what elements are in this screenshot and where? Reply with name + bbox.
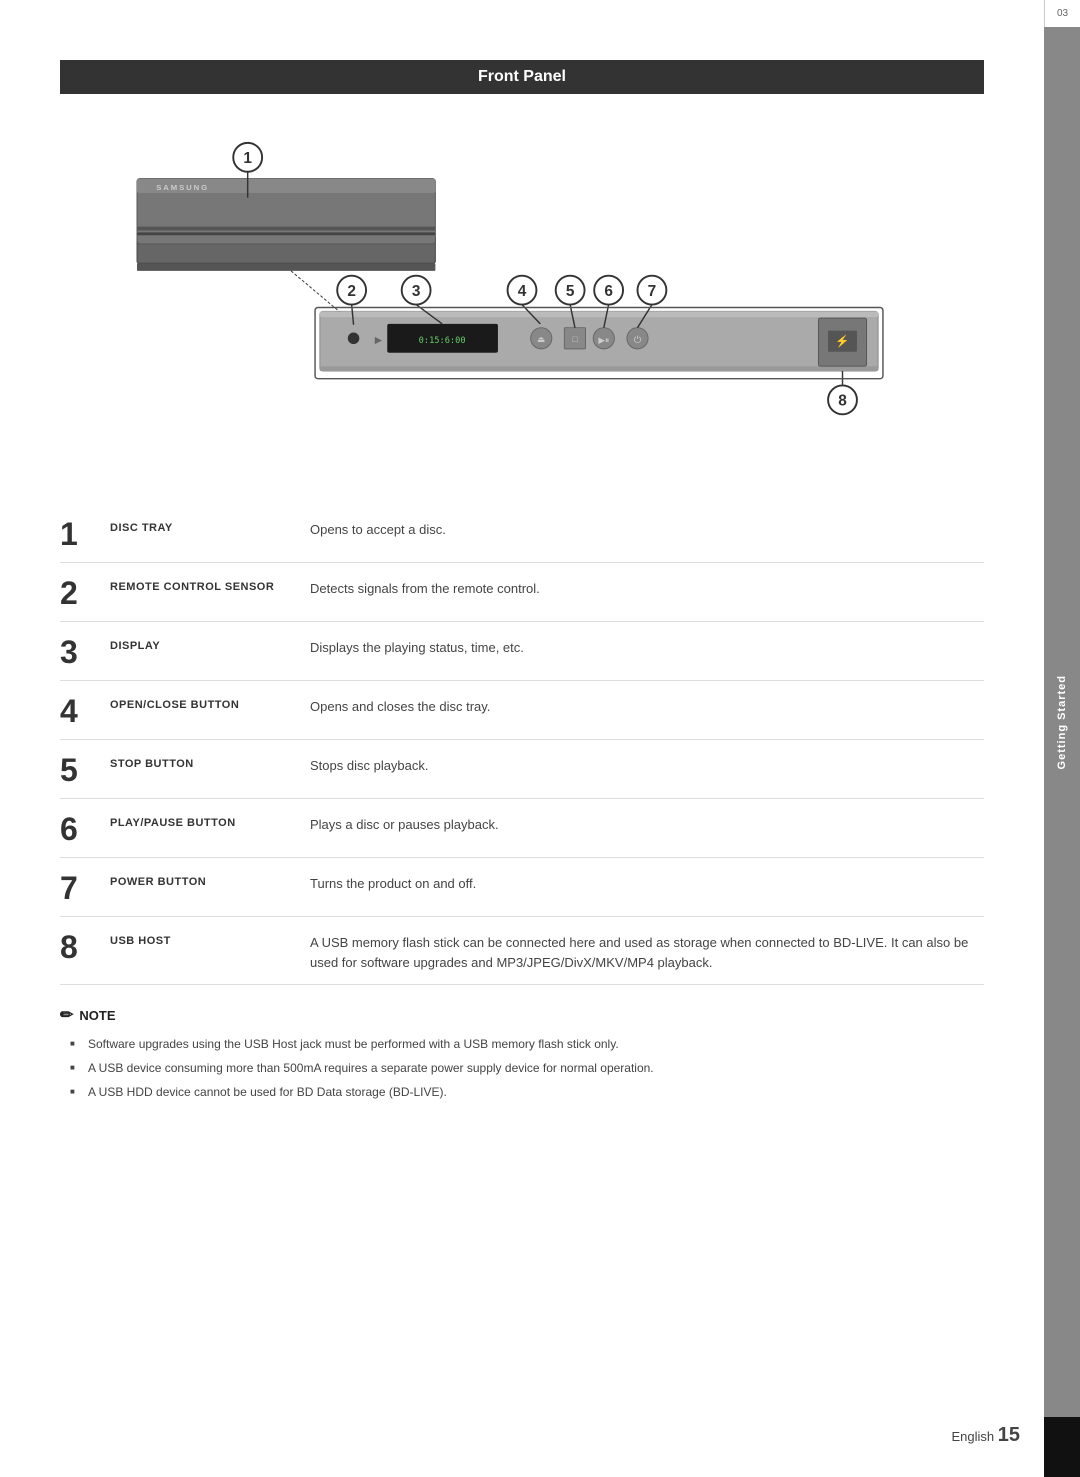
svg-text:3: 3 xyxy=(412,283,421,300)
item-label-5: STOP BUTTON xyxy=(110,752,310,770)
item-label-7: POWER BUTTON xyxy=(110,870,310,888)
svg-text:2: 2 xyxy=(347,283,356,300)
page-container: 03 Getting Started Front Panel SAMSUNG xyxy=(0,0,1080,1477)
item-row-6: 6 PLAY/PAUSE BUTTON Plays a disc or paus… xyxy=(60,799,984,858)
item-number-2: 2 xyxy=(60,575,110,609)
svg-text:1: 1 xyxy=(243,150,252,167)
svg-text:8: 8 xyxy=(838,393,847,410)
item-row-1: 1 DISC TRAY Opens to accept a disc. xyxy=(60,504,984,563)
item-label-2: REMOTE CONTROL SENSOR xyxy=(110,575,310,593)
note-title: ✏ NOTE xyxy=(60,1005,984,1025)
svg-text:6: 6 xyxy=(604,283,613,300)
note-title-text: NOTE xyxy=(79,1008,115,1023)
note-item-1: Software upgrades using the USB Host jac… xyxy=(70,1035,984,1053)
note-item-3: A USB HDD device cannot be used for BD D… xyxy=(70,1083,984,1101)
item-number-1: 1 xyxy=(60,516,110,550)
descriptions-list: 1 DISC TRAY Opens to accept a disc. 2 RE… xyxy=(60,504,984,985)
svg-text:7: 7 xyxy=(648,283,657,300)
svg-text:⚡: ⚡ xyxy=(835,334,849,348)
svg-text:4: 4 xyxy=(518,283,527,300)
item-row-8: 8 USB HOST A USB memory flash stick can … xyxy=(60,917,984,985)
svg-text:▶: ▶ xyxy=(375,335,383,346)
item-number-4: 4 xyxy=(60,693,110,727)
right-sidebar: 03 Getting Started xyxy=(1044,0,1080,1477)
item-number-6: 6 xyxy=(60,811,110,845)
item-label-1: DISC TRAY xyxy=(110,516,310,534)
item-row-4: 4 OPEN/CLOSE BUTTON Opens and closes the… xyxy=(60,681,984,740)
item-number-8: 8 xyxy=(60,929,110,963)
item-row-3: 3 DISPLAY Displays the playing status, t… xyxy=(60,622,984,681)
item-desc-2: Detects signals from the remote control. xyxy=(310,575,984,599)
sidebar-accent xyxy=(1044,1417,1080,1477)
item-number-5: 5 xyxy=(60,752,110,786)
note-section: ✏ NOTE Software upgrades using the USB H… xyxy=(60,1005,984,1101)
item-desc-3: Displays the playing status, time, etc. xyxy=(310,634,984,658)
note-list: Software upgrades using the USB Host jac… xyxy=(60,1035,984,1101)
item-label-3: DISPLAY xyxy=(110,634,310,652)
diagram-area: SAMSUNG 1 0:15:6:00 ▶ xyxy=(60,114,984,474)
svg-text:5: 5 xyxy=(566,283,575,300)
item-label-6: PLAY/PAUSE BUTTON xyxy=(110,811,310,829)
item-number-3: 3 xyxy=(60,634,110,668)
svg-text:0:15:6:00: 0:15:6:00 xyxy=(419,336,466,346)
item-label-4: OPEN/CLOSE BUTTON xyxy=(110,693,310,711)
item-row-2: 2 REMOTE CONTROL SENSOR Detects signals … xyxy=(60,563,984,622)
item-label-8: USB HOST xyxy=(110,929,310,947)
item-number-7: 7 xyxy=(60,870,110,904)
chapter-number: 03 xyxy=(1044,0,1080,27)
svg-text:⏏: ⏏ xyxy=(537,334,545,344)
item-desc-1: Opens to accept a disc. xyxy=(310,516,984,540)
page-language: English xyxy=(951,1429,994,1444)
item-row-7: 7 POWER BUTTON Turns the product on and … xyxy=(60,858,984,917)
svg-text:□: □ xyxy=(572,334,578,344)
svg-text:SAMSUNG: SAMSUNG xyxy=(156,183,209,192)
item-desc-4: Opens and closes the disc tray. xyxy=(310,693,984,717)
item-desc-5: Stops disc playback. xyxy=(310,752,984,776)
diagram-svg: SAMSUNG 1 0:15:6:00 ▶ xyxy=(60,114,984,474)
note-icon: ✏ xyxy=(60,1005,73,1025)
svg-text:⏻: ⏻ xyxy=(634,335,642,346)
page-number: 15 xyxy=(998,1424,1020,1446)
main-content: Front Panel SAMSUNG 1 xyxy=(60,60,984,1101)
svg-text:▶⏸: ▶⏸ xyxy=(598,335,609,345)
note-item-2: A USB device consuming more than 500mA r… xyxy=(70,1059,984,1077)
item-desc-6: Plays a disc or pauses playback. xyxy=(310,811,984,835)
page-footer: English 15 xyxy=(951,1424,1020,1447)
item-desc-8: A USB memory flash stick can be connecte… xyxy=(310,929,984,972)
section-title: Front Panel xyxy=(60,60,984,94)
chapter-title-sidebar: Getting Started xyxy=(1044,27,1080,1417)
item-row-5: 5 STOP BUTTON Stops disc playback. xyxy=(60,740,984,799)
item-desc-7: Turns the product on and off. xyxy=(310,870,984,894)
